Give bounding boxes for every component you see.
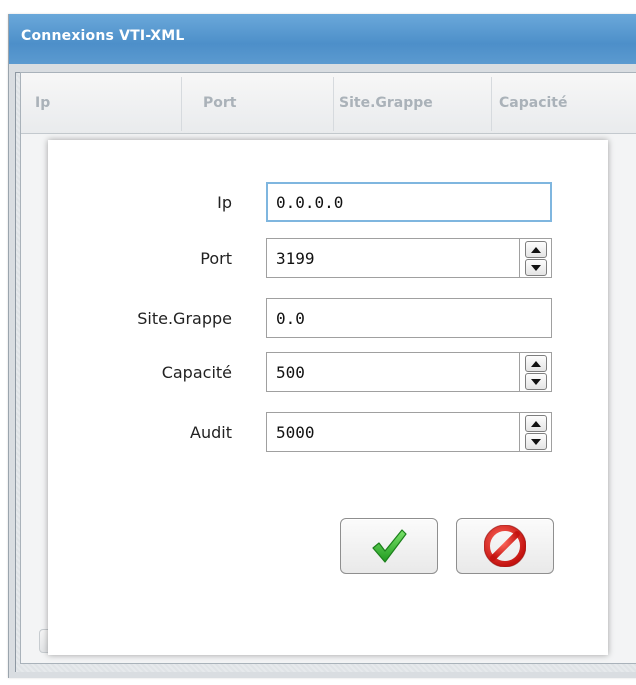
arrow-up-icon bbox=[531, 360, 541, 367]
arrow-down-icon bbox=[531, 378, 541, 385]
grid-header: Ip Port Site.Grappe Capacité bbox=[21, 73, 636, 134]
capacite-spinner bbox=[520, 352, 552, 392]
form-row-ip: Ip bbox=[48, 182, 608, 224]
audit-increment-button[interactable] bbox=[525, 415, 547, 432]
red-prohibited-icon bbox=[484, 525, 526, 567]
window-titlebar[interactable]: Connexions VTI-XML bbox=[9, 14, 636, 64]
edit-connection-dialog: Ip Port Site.Grappe Capacité bbox=[48, 140, 608, 655]
audit-field[interactable] bbox=[266, 412, 520, 452]
capacite-decrement-button[interactable] bbox=[525, 373, 547, 390]
capacite-increment-button[interactable] bbox=[525, 355, 547, 372]
arrow-up-icon bbox=[531, 420, 541, 427]
form-row-audit: Audit bbox=[48, 412, 608, 454]
port-decrement-button[interactable] bbox=[525, 259, 547, 276]
ip-field[interactable] bbox=[266, 182, 552, 222]
column-header-ip[interactable]: Ip bbox=[35, 95, 50, 111]
arrow-up-icon bbox=[531, 246, 541, 253]
arrow-down-icon bbox=[531, 438, 541, 445]
port-field[interactable] bbox=[266, 238, 520, 278]
form-row-capacite: Capacité bbox=[48, 352, 608, 394]
column-divider bbox=[491, 77, 492, 131]
site-grappe-label: Site.Grappe bbox=[137, 309, 232, 328]
green-checkmark-icon bbox=[372, 529, 407, 563]
window-title: Connexions VTI-XML bbox=[21, 28, 185, 44]
capacite-label: Capacité bbox=[161, 363, 232, 382]
form-row-port: Port bbox=[48, 238, 608, 280]
column-header-port[interactable]: Port bbox=[203, 95, 236, 111]
column-header-site-grappe[interactable]: Site.Grappe bbox=[339, 95, 433, 111]
column-header-capacite[interactable]: Capacité bbox=[499, 95, 567, 111]
audit-label: Audit bbox=[190, 423, 232, 442]
cancel-button[interactable] bbox=[456, 518, 554, 574]
ip-label: Ip bbox=[217, 193, 232, 212]
column-divider bbox=[181, 77, 182, 131]
site-grappe-field[interactable] bbox=[266, 298, 552, 338]
form-row-site-grappe: Site.Grappe bbox=[48, 298, 608, 340]
port-spinner bbox=[520, 238, 552, 278]
column-divider bbox=[333, 77, 334, 131]
port-increment-button[interactable] bbox=[525, 241, 547, 258]
confirm-button[interactable] bbox=[340, 518, 438, 574]
audit-spinner bbox=[520, 412, 552, 452]
audit-decrement-button[interactable] bbox=[525, 433, 547, 450]
capacite-field[interactable] bbox=[266, 352, 520, 392]
screen: Connexions VTI-XML Ip Port Site.Grappe C… bbox=[0, 0, 636, 685]
arrow-down-icon bbox=[531, 264, 541, 271]
port-label: Port bbox=[200, 249, 232, 268]
